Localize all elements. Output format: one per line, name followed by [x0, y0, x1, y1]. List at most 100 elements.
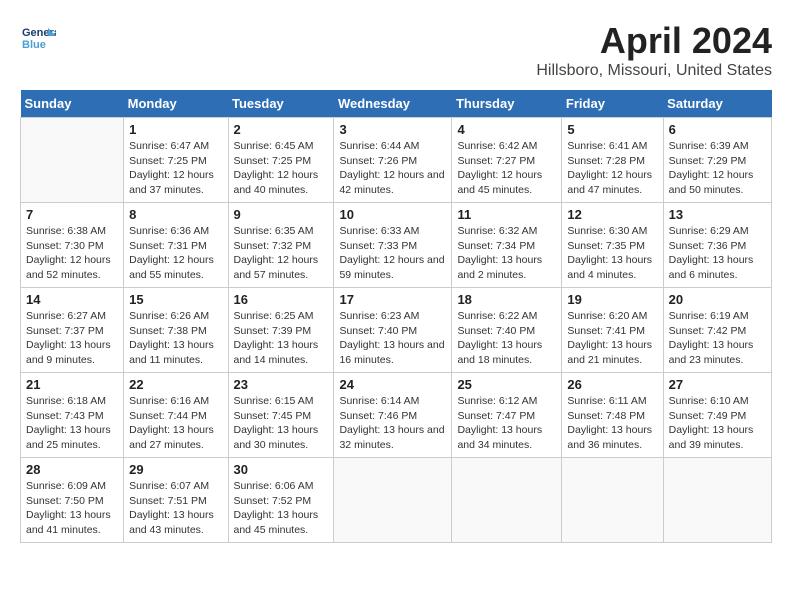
- logo-icon: General Blue: [20, 20, 56, 56]
- calendar-cell: [334, 458, 452, 543]
- calendar-cell: [452, 458, 562, 543]
- calendar-cell: 2 Sunrise: 6:45 AMSunset: 7:25 PMDaylight…: [228, 118, 334, 203]
- day-info: Sunrise: 6:09 AMSunset: 7:50 PMDaylight:…: [26, 479, 118, 538]
- calendar-cell: 13Sunrise: 6:29 AMSunset: 7:36 PMDayligh…: [663, 203, 771, 288]
- day-info: Sunrise: 6:44 AMSunset: 7:26 PMDaylight:…: [339, 139, 446, 198]
- calendar-cell: 14 Sunrise: 6:27 AMSunset: 7:37 PMDayligh…: [21, 288, 124, 373]
- day-info: Sunrise: 6:06 AMSunset: 7:52 PMDaylight:…: [234, 479, 329, 538]
- calendar-cell: 9 Sunrise: 6:35 AMSunset: 7:32 PMDaylight…: [228, 203, 334, 288]
- week-row-3: 14 Sunrise: 6:27 AMSunset: 7:37 PMDayligh…: [21, 288, 772, 373]
- day-number: 5: [567, 122, 657, 137]
- calendar-cell: 27Sunrise: 6:10 AMSunset: 7:49 PMDayligh…: [663, 373, 771, 458]
- calendar-cell: 30 Sunrise: 6:06 AMSunset: 7:52 PMDayligh…: [228, 458, 334, 543]
- day-number: 15: [129, 292, 222, 307]
- weekday-header-monday: Monday: [124, 90, 228, 118]
- svg-text:Blue: Blue: [22, 39, 46, 51]
- day-info: Sunrise: 6:39 AMSunset: 7:29 PMDaylight:…: [669, 139, 766, 198]
- day-number: 19: [567, 292, 657, 307]
- day-number: 2: [234, 122, 329, 137]
- day-number: 4: [457, 122, 556, 137]
- logo: General Blue: [20, 20, 56, 56]
- day-number: 3: [339, 122, 446, 137]
- day-info: Sunrise: 6:33 AMSunset: 7:33 PMDaylight:…: [339, 224, 446, 283]
- day-info: Sunrise: 6:36 AMSunset: 7:31 PMDaylight:…: [129, 224, 222, 283]
- calendar-cell: 5 Sunrise: 6:41 AMSunset: 7:28 PMDaylight…: [562, 118, 663, 203]
- day-number: 22: [129, 377, 222, 392]
- day-number: 21: [26, 377, 118, 392]
- weekday-header-thursday: Thursday: [452, 90, 562, 118]
- calendar-cell: 21 Sunrise: 6:18 AMSunset: 7:43 PMDayligh…: [21, 373, 124, 458]
- day-number: 27: [669, 377, 766, 392]
- calendar-cell: 23 Sunrise: 6:15 AMSunset: 7:45 PMDayligh…: [228, 373, 334, 458]
- calendar-cell: 12Sunrise: 6:30 AMSunset: 7:35 PMDayligh…: [562, 203, 663, 288]
- week-row-5: 28 Sunrise: 6:09 AMSunset: 7:50 PMDayligh…: [21, 458, 772, 543]
- day-number: 14: [26, 292, 118, 307]
- day-info: Sunrise: 6:29 AMSunset: 7:36 PMDaylight:…: [669, 224, 766, 283]
- week-row-1: 1 Sunrise: 6:47 AMSunset: 7:25 PMDaylight…: [21, 118, 772, 203]
- day-number: 26: [567, 377, 657, 392]
- calendar-cell: 7 Sunrise: 6:38 AMSunset: 7:30 PMDaylight…: [21, 203, 124, 288]
- day-info: Sunrise: 6:38 AMSunset: 7:30 PMDaylight:…: [26, 224, 118, 283]
- weekday-header-row: SundayMondayTuesdayWednesdayThursdayFrid…: [21, 90, 772, 118]
- calendar-cell: 25 Sunrise: 6:12 AMSunset: 7:47 PMDayligh…: [452, 373, 562, 458]
- day-number: 25: [457, 377, 556, 392]
- day-number: 1: [129, 122, 222, 137]
- calendar-cell: 22 Sunrise: 6:16 AMSunset: 7:44 PMDayligh…: [124, 373, 228, 458]
- day-number: 9: [234, 207, 329, 222]
- calendar-cell: 10Sunrise: 6:33 AMSunset: 7:33 PMDayligh…: [334, 203, 452, 288]
- day-info: Sunrise: 6:25 AMSunset: 7:39 PMDaylight:…: [234, 309, 329, 368]
- day-number: 30: [234, 462, 329, 477]
- calendar-cell: [21, 118, 124, 203]
- day-info: Sunrise: 6:27 AMSunset: 7:37 PMDaylight:…: [26, 309, 118, 368]
- day-number: 23: [234, 377, 329, 392]
- calendar-title: April 2024: [536, 20, 772, 62]
- weekday-header-friday: Friday: [562, 90, 663, 118]
- day-number: 20: [669, 292, 766, 307]
- day-info: Sunrise: 6:12 AMSunset: 7:47 PMDaylight:…: [457, 394, 556, 453]
- day-info: Sunrise: 6:42 AMSunset: 7:27 PMDaylight:…: [457, 139, 556, 198]
- week-row-4: 21 Sunrise: 6:18 AMSunset: 7:43 PMDayligh…: [21, 373, 772, 458]
- day-info: Sunrise: 6:26 AMSunset: 7:38 PMDaylight:…: [129, 309, 222, 368]
- day-number: 7: [26, 207, 118, 222]
- calendar-cell: 19Sunrise: 6:20 AMSunset: 7:41 PMDayligh…: [562, 288, 663, 373]
- day-number: 12: [567, 207, 657, 222]
- weekday-header-wednesday: Wednesday: [334, 90, 452, 118]
- title-area: April 2024 Hillsboro, Missouri, United S…: [536, 20, 772, 80]
- day-number: 8: [129, 207, 222, 222]
- day-info: Sunrise: 6:07 AMSunset: 7:51 PMDaylight:…: [129, 479, 222, 538]
- calendar-cell: [663, 458, 771, 543]
- calendar-cell: 28 Sunrise: 6:09 AMSunset: 7:50 PMDayligh…: [21, 458, 124, 543]
- calendar-cell: 4 Sunrise: 6:42 AMSunset: 7:27 PMDaylight…: [452, 118, 562, 203]
- day-info: Sunrise: 6:35 AMSunset: 7:32 PMDaylight:…: [234, 224, 329, 283]
- day-info: Sunrise: 6:18 AMSunset: 7:43 PMDaylight:…: [26, 394, 118, 453]
- day-info: Sunrise: 6:22 AMSunset: 7:40 PMDaylight:…: [457, 309, 556, 368]
- calendar-cell: 18Sunrise: 6:22 AMSunset: 7:40 PMDayligh…: [452, 288, 562, 373]
- calendar-cell: 11Sunrise: 6:32 AMSunset: 7:34 PMDayligh…: [452, 203, 562, 288]
- calendar-cell: [562, 458, 663, 543]
- day-info: Sunrise: 6:41 AMSunset: 7:28 PMDaylight:…: [567, 139, 657, 198]
- day-info: Sunrise: 6:16 AMSunset: 7:44 PMDaylight:…: [129, 394, 222, 453]
- day-info: Sunrise: 6:19 AMSunset: 7:42 PMDaylight:…: [669, 309, 766, 368]
- calendar-cell: 26 Sunrise: 6:11 AMSunset: 7:48 PMDayligh…: [562, 373, 663, 458]
- calendar-cell: 8 Sunrise: 6:36 AMSunset: 7:31 PMDaylight…: [124, 203, 228, 288]
- day-info: Sunrise: 6:45 AMSunset: 7:25 PMDaylight:…: [234, 139, 329, 198]
- calendar-cell: 17Sunrise: 6:23 AMSunset: 7:40 PMDayligh…: [334, 288, 452, 373]
- day-info: Sunrise: 6:23 AMSunset: 7:40 PMDaylight:…: [339, 309, 446, 368]
- day-info: Sunrise: 6:47 AMSunset: 7:25 PMDaylight:…: [129, 139, 222, 198]
- weekday-header-saturday: Saturday: [663, 90, 771, 118]
- calendar-cell: 16 Sunrise: 6:25 AMSunset: 7:39 PMDayligh…: [228, 288, 334, 373]
- day-number: 16: [234, 292, 329, 307]
- day-number: 6: [669, 122, 766, 137]
- calendar-table: SundayMondayTuesdayWednesdayThursdayFrid…: [20, 90, 772, 543]
- calendar-cell: 3 Sunrise: 6:44 AMSunset: 7:26 PMDaylight…: [334, 118, 452, 203]
- day-number: 28: [26, 462, 118, 477]
- calendar-cell: 29Sunrise: 6:07 AMSunset: 7:51 PMDayligh…: [124, 458, 228, 543]
- weekday-header-tuesday: Tuesday: [228, 90, 334, 118]
- day-number: 11: [457, 207, 556, 222]
- calendar-cell: 1 Sunrise: 6:47 AMSunset: 7:25 PMDaylight…: [124, 118, 228, 203]
- day-info: Sunrise: 6:14 AMSunset: 7:46 PMDaylight:…: [339, 394, 446, 453]
- calendar-subtitle: Hillsboro, Missouri, United States: [536, 62, 772, 80]
- day-info: Sunrise: 6:11 AMSunset: 7:48 PMDaylight:…: [567, 394, 657, 453]
- calendar-cell: 15 Sunrise: 6:26 AMSunset: 7:38 PMDayligh…: [124, 288, 228, 373]
- day-info: Sunrise: 6:15 AMSunset: 7:45 PMDaylight:…: [234, 394, 329, 453]
